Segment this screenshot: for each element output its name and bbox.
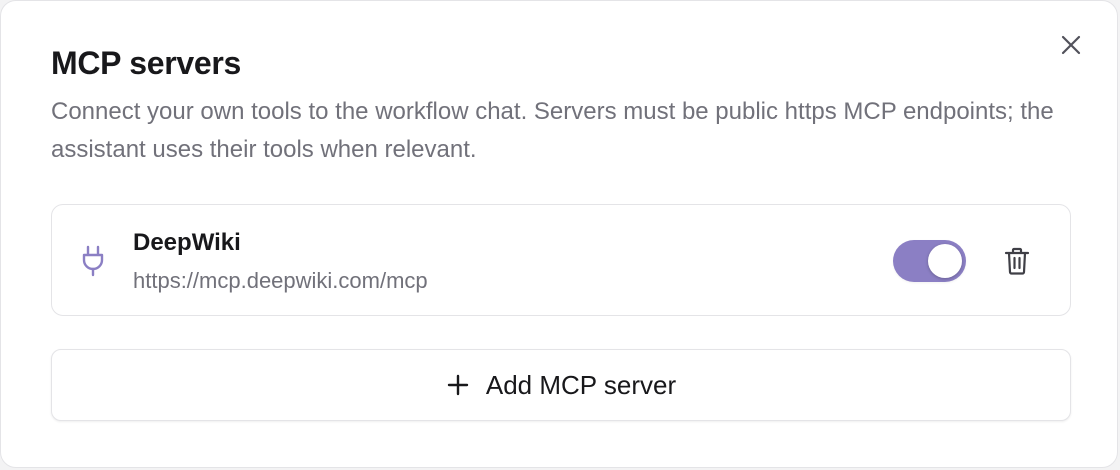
delete-server-button[interactable] — [1002, 245, 1032, 277]
trash-icon — [1004, 247, 1030, 275]
mcp-servers-dialog: MCP servers Connect your own tools to th… — [0, 0, 1118, 468]
close-button[interactable] — [1057, 31, 1085, 59]
plus-icon — [446, 373, 470, 397]
server-card: DeepWiki https://mcp.deepwiki.com/mcp — [51, 204, 1071, 316]
toggle-knob — [928, 244, 962, 278]
server-enabled-toggle[interactable] — [893, 240, 966, 282]
add-mcp-server-label: Add MCP server — [485, 369, 677, 400]
close-icon — [1061, 35, 1081, 55]
server-url: https://mcp.deepwiki.com/mcp — [133, 268, 428, 293]
plug-icon — [82, 245, 104, 277]
server-name: DeepWiki — [133, 229, 241, 256]
add-mcp-server-button[interactable]: Add MCP server — [51, 349, 1071, 421]
dialog-description: Connect your own tools to the workflow c… — [51, 98, 1054, 163]
dialog-title: MCP servers — [51, 45, 242, 81]
